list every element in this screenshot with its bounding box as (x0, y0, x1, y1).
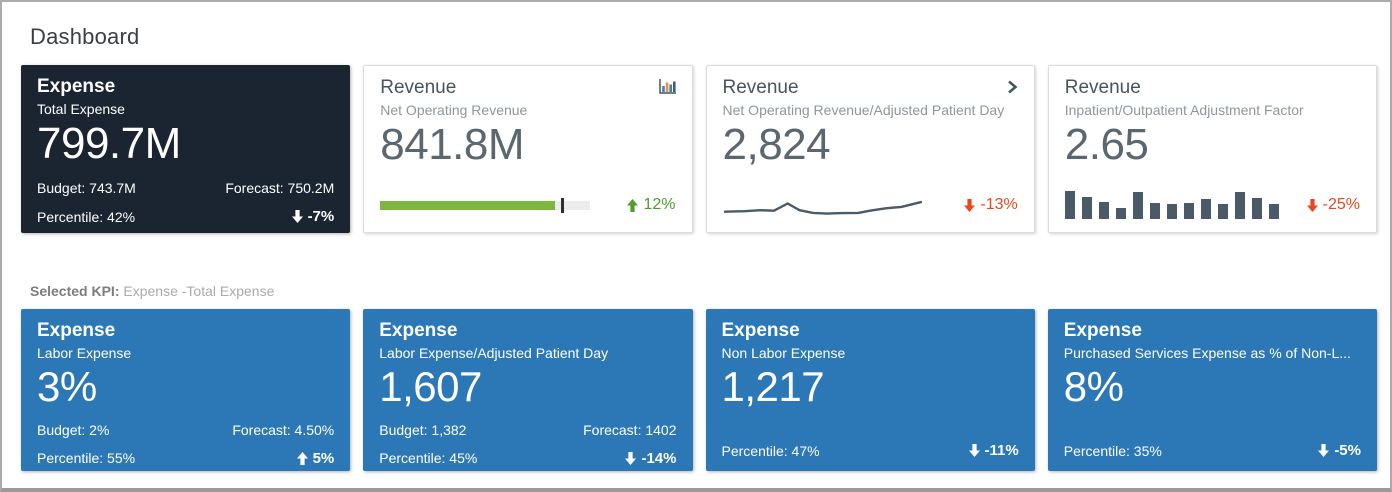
trend-indicator: -13% (964, 196, 1017, 214)
trend-indicator: -7% (292, 208, 335, 225)
chevron-right-icon[interactable] (1007, 79, 1018, 95)
card-subtitle: Net Operating Revenue/Adjusted Patient D… (723, 102, 1005, 118)
forecast-text: Forecast: 4.50% (232, 422, 334, 438)
percentile-text: Percentile: 47% (722, 443, 820, 459)
card-subtitle: Inpatient/Outpatient Adjustment Factor (1065, 102, 1304, 118)
percentile-text: Percentile: 45% (379, 450, 477, 466)
card-title: Expense (37, 319, 131, 343)
card-subtitle: Non Labor Expense (722, 345, 846, 361)
kpi-value: 2,824 (723, 121, 1018, 169)
forecast-text: Forecast: 1402 (583, 422, 676, 438)
trend-indicator: 12% (627, 196, 675, 214)
kpi-card-non-labor-expense[interactable]: Expense Non Labor Expense 1,217 Percenti… (706, 309, 1035, 471)
selected-kpi-value: Expense -Total Expense (123, 283, 274, 299)
kpi-card-labor-expense-per-patient-day[interactable]: Expense Labor Expense/Adjusted Patient D… (363, 309, 692, 471)
column-chart-icon[interactable] (659, 79, 676, 94)
kpi-card-adjustment-factor[interactable]: Revenue Inpatient/Outpatient Adjustment … (1048, 65, 1377, 233)
selected-kpi-label: Selected KPI: (30, 283, 119, 299)
bar-sparkline (1065, 191, 1280, 219)
kpi-card-net-operating-revenue[interactable]: Revenue Net Operating Revenue 841.8M (363, 65, 692, 233)
card-subtitle: Purchased Services Expense as % of Non-L… (1064, 345, 1351, 361)
kpi-value: 2.65 (1065, 121, 1360, 169)
card-subtitle: Total Expense (37, 101, 125, 117)
selected-kpi-line: Selected KPI: Expense -Total Expense (30, 283, 1390, 299)
budget-text: Budget: 1,382 (379, 422, 466, 438)
kpi-card-purchased-services-expense[interactable]: Expense Purchased Services Expense as % … (1048, 309, 1377, 471)
card-title: Expense (37, 75, 125, 99)
trend-indicator: 5% (297, 450, 335, 467)
card-title: Revenue (723, 76, 1005, 100)
trend-indicator: -14% (625, 450, 676, 467)
trend-indicator: -25% (1307, 196, 1360, 214)
kpi-card-labor-expense[interactable]: Expense Labor Expense 3% Budget: 2% Fore… (21, 309, 350, 471)
card-subtitle: Net Operating Revenue (380, 102, 527, 118)
budget-text: Budget: 2% (37, 422, 109, 438)
expense-kpi-row: Expense Labor Expense 3% Budget: 2% Fore… (2, 309, 1390, 471)
line-sparkline (723, 188, 923, 223)
trend-indicator: -5% (1318, 442, 1361, 459)
kpi-card-revenue-per-adjusted-patient-day[interactable]: Revenue Net Operating Revenue/Adjusted P… (706, 65, 1035, 233)
card-title: Revenue (380, 76, 527, 100)
card-title: Revenue (1065, 76, 1304, 100)
kpi-card-total-expense[interactable]: Expense Total Expense 799.7M Budget: 743… (21, 65, 350, 233)
budget-text: Budget: 743.7M (37, 180, 136, 196)
card-title: Expense (1064, 319, 1351, 343)
percentile-text: Percentile: 55% (37, 450, 135, 466)
kpi-value: 841.8M (380, 121, 675, 169)
target-progress-bar (380, 201, 590, 210)
percentile-text: Percentile: 42% (37, 209, 135, 225)
card-title: Expense (379, 319, 608, 343)
kpi-value: 1,217 (722, 364, 1019, 410)
trend-indicator: -11% (969, 442, 1019, 459)
card-subtitle: Labor Expense/Adjusted Patient Day (379, 345, 608, 361)
kpi-value: 1,607 (379, 364, 676, 410)
kpi-value: 8% (1064, 364, 1361, 410)
page-title: Dashboard (30, 24, 1390, 50)
card-title: Expense (722, 319, 846, 343)
percentile-text: Percentile: 35% (1064, 443, 1162, 459)
kpi-value: 799.7M (37, 120, 334, 168)
forecast-text: Forecast: 750.2M (225, 180, 334, 196)
card-subtitle: Labor Expense (37, 345, 131, 361)
dashboard-window: Dashboard Expense Total Expense 799.7M B… (0, 0, 1392, 492)
kpi-value: 3% (37, 364, 334, 410)
top-kpi-row: Expense Total Expense 799.7M Budget: 743… (2, 65, 1390, 233)
